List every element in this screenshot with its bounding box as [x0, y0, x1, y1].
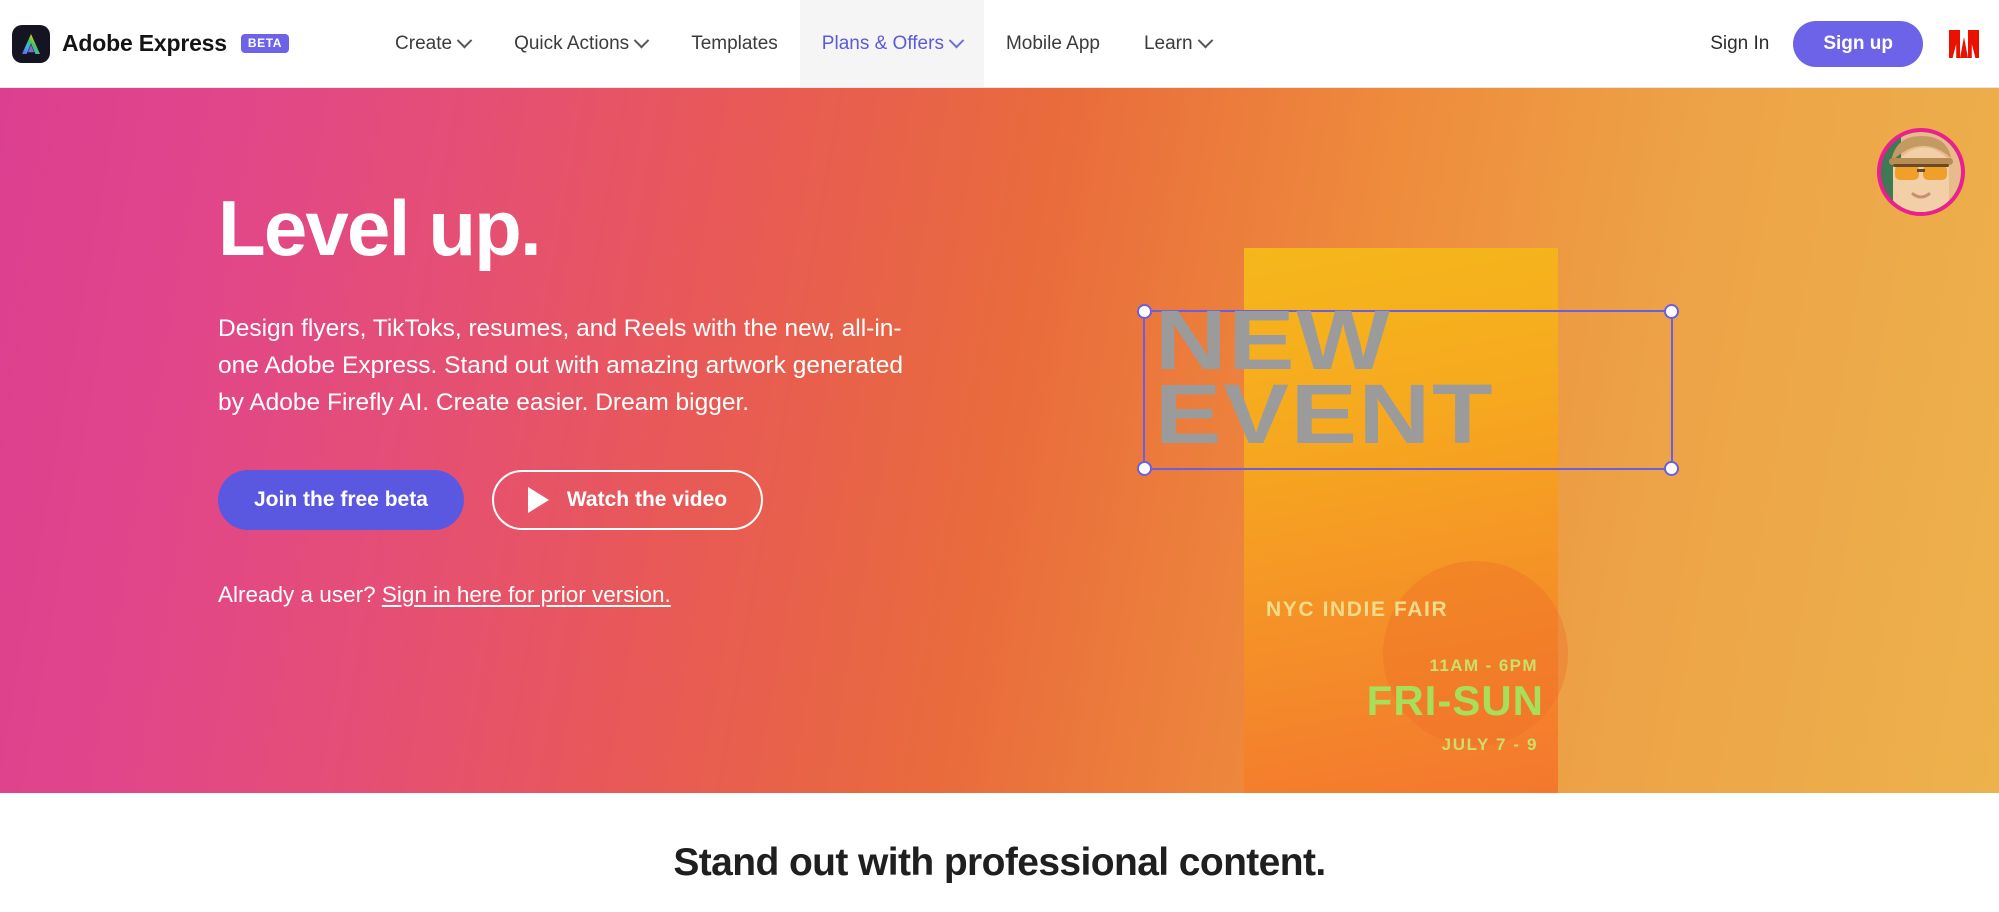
text-selection-box[interactable]: NEW EVENT — [1137, 298, 1679, 476]
brand-name: Adobe Express — [62, 30, 227, 56]
adobe-express-logo-icon — [12, 24, 50, 63]
nav-menu: Create Quick Actions Templates Plans & O… — [373, 0, 1233, 87]
resize-handle-bottom-right[interactable] — [1664, 461, 1679, 476]
chevron-down-icon — [456, 32, 473, 49]
nav-item-templates[interactable]: Templates — [669, 0, 800, 87]
hero-copy: Level up. Design flyers, TikToks, resume… — [218, 184, 938, 608]
brand-home-link[interactable]: Adobe Express BETA — [12, 24, 297, 63]
nav-left-group: Adobe Express BETA — [0, 0, 297, 87]
resize-handle-top-left[interactable] — [1137, 304, 1152, 319]
chevron-down-icon — [1197, 32, 1213, 49]
prior-version-link[interactable]: Sign in here for prior version. — [382, 582, 671, 607]
section-title: Stand out with professional content. — [673, 841, 1326, 884]
watch-video-label: Watch the video — [566, 487, 728, 511]
nav-item-label: Quick Actions — [514, 32, 630, 54]
adobe-logo-icon[interactable] — [1947, 28, 1981, 60]
nav-item-mobile-app[interactable]: Mobile App — [984, 0, 1122, 87]
selected-text: NEW EVENT — [1155, 293, 1495, 461]
nav-item-plans-and-offers[interactable]: Plans & Offers — [799, 0, 984, 87]
user-avatar[interactable] — [1877, 128, 1965, 216]
prior-version-prefix: Already a user? — [218, 581, 382, 607]
poster-days: FRI-SUN — [1366, 677, 1544, 724]
hero-banner: Level up. Design flyers, TikToks, resume… — [0, 88, 1999, 793]
join-free-beta-button[interactable]: Join the free beta — [218, 469, 464, 530]
hero-inner: Level up. Design flyers, TikToks, resume… — [0, 88, 1999, 793]
nav-item-quick-actions[interactable]: Quick Actions — [492, 0, 669, 87]
hero-subtitle: Design flyers, TikToks, resumes, and Ree… — [218, 314, 904, 417]
prior-version-line: Already a user? Sign in here for prior v… — [218, 582, 938, 608]
nav-item-label: Learn — [1143, 32, 1193, 54]
sign-up-button[interactable]: Sign up — [1793, 20, 1923, 67]
hero-actions: Join the free beta Watch the video — [218, 469, 938, 530]
poster-time: 11AM - 6PM — [1429, 656, 1538, 675]
resize-handle-top-right[interactable] — [1664, 304, 1679, 319]
nav-item-label: Templates — [691, 32, 778, 54]
nav-item-label: Mobile App — [1005, 32, 1100, 54]
top-navigation-bar: Adobe Express BETA Create Quick Actions … — [0, 0, 1999, 88]
poster-subtitle: NYC INDIE FAIR — [1266, 598, 1449, 621]
nav-right-group: Sign In Sign up — [1710, 0, 1999, 87]
artwork-preview: NYC INDIE FAIR 11AM - 6PM FRI-SUN JULY 7… — [1137, 248, 1679, 793]
play-icon — [527, 486, 549, 513]
nav-item-label: Create — [395, 32, 453, 54]
nav-item-create[interactable]: Create — [373, 0, 492, 87]
sign-in-link[interactable]: Sign In — [1710, 33, 1769, 55]
chevron-down-icon — [948, 32, 965, 49]
chevron-down-icon — [633, 32, 650, 49]
professional-content-section: Stand out with professional content. — [0, 793, 1999, 912]
nav-item-learn[interactable]: Learn — [1122, 0, 1233, 87]
beta-badge: BETA — [240, 33, 290, 54]
poster-date: JULY 7 - 9 — [1441, 735, 1538, 754]
resize-handle-bottom-left[interactable] — [1137, 461, 1152, 476]
hero-title: Level up. — [218, 184, 542, 272]
nav-item-label: Plans & Offers — [821, 32, 944, 54]
watch-the-video-button[interactable]: Watch the video — [491, 469, 764, 530]
